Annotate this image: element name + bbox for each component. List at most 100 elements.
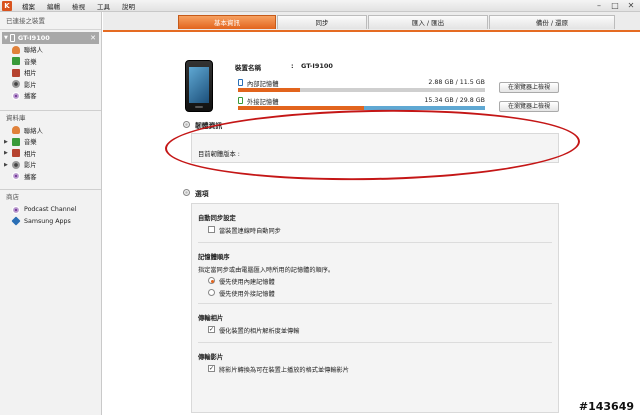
library-item-photos[interactable]: ▶ 相片 [4, 148, 101, 160]
item-label: 相片 [24, 150, 37, 158]
maximize-icon[interactable]: □ [610, 1, 620, 10]
disconnect-icon[interactable]: ✕ [90, 34, 96, 42]
library-header: 資料庫 [6, 113, 26, 122]
divider [198, 303, 552, 304]
tab-bar: 基本資訊 同步 匯入 / 匯出 備份 / 還原 [103, 12, 640, 30]
expand-arrow-icon[interactable]: ▶ [4, 162, 10, 168]
radio-internal-first[interactable] [208, 277, 215, 284]
library-item-videos[interactable]: ▶ 影片 [4, 159, 101, 171]
item-label: Podcast Channel [24, 206, 77, 214]
options-section-title: 選項 [195, 190, 209, 198]
transfer-photos-heading: 傳輸相片 [198, 315, 224, 322]
phone-screen [189, 67, 209, 103]
sidebar: 已連接之裝置 ▼ GT-I9100 ✕ 聯絡人 音樂 相片 影片 播客 資料庫 … [0, 12, 102, 415]
podcast-icon [12, 205, 20, 214]
firmware-section-toggle-icon[interactable] [183, 121, 190, 128]
contacts-icon [12, 126, 20, 135]
external-memory-fill [238, 106, 364, 110]
main-panel: 基本資訊 同步 匯入 / 匯出 備份 / 還原 裝置名稱 : GT-I9100 … [103, 12, 640, 415]
item-label: 播客 [24, 93, 37, 101]
expand-arrow-icon[interactable]: ▶ [4, 139, 10, 145]
menu-help[interactable]: 說明 [122, 1, 135, 11]
phone-icon [9, 34, 15, 42]
menu-tools[interactable]: 工具 [97, 1, 110, 11]
item-label: 音樂 [24, 58, 37, 66]
divider [198, 342, 552, 343]
transfer-photos-checkbox[interactable]: ✓ [208, 326, 215, 333]
podcast-icon [12, 172, 20, 181]
device-item-photos[interactable]: 相片 [12, 67, 101, 79]
internal-memory-fill [238, 88, 300, 92]
library-list: 聯絡人 ▶ 音樂 ▶ 相片 ▶ 影片 播客 [0, 125, 101, 183]
photo-icon [12, 68, 20, 77]
library-item-contacts[interactable]: 聯絡人 [12, 125, 101, 137]
music-icon [12, 137, 20, 146]
transfer-videos-label: 將影片轉換為可在裝置上播放的格式並傳輸影片 [219, 367, 349, 374]
radio-external-first[interactable] [208, 289, 215, 296]
music-icon [12, 57, 20, 66]
internal-memory-usage: 2.88 GB / 11.5 GB [428, 79, 485, 86]
store-list: Podcast Channel Samsung Apps [0, 204, 101, 227]
external-memory-icon [238, 97, 243, 104]
external-memory-label: 外接記憶體 [247, 99, 279, 106]
internal-memory-bar [238, 88, 485, 92]
basic-info-content: 裝置名稱 : GT-I9100 內部記憶體 2.88 GB / 11.5 GB … [103, 30, 640, 415]
store-header: 商店 [6, 193, 19, 201]
expand-arrow-icon[interactable]: ▶ [4, 150, 10, 156]
watermark: #143649 [578, 400, 634, 413]
external-memory-row: 外接記憶體 15.34 GB / 29.8 GB [235, 97, 485, 111]
phone-home-button [195, 106, 203, 108]
external-memory-usage: 15.34 GB / 29.8 GB [424, 97, 485, 104]
collapse-triangle-icon[interactable]: ▼ [4, 35, 8, 41]
device-item-music[interactable]: 音樂 [12, 56, 101, 68]
contacts-icon [12, 45, 20, 54]
options-section-toggle-icon[interactable] [183, 189, 190, 196]
transfer-photos-label: 優化裝置的相片解析度並傳輸 [219, 328, 300, 335]
internal-memory-icon [238, 79, 243, 86]
podcast-icon [12, 91, 20, 100]
radio-external-label: 優先使用外接記憶體 [219, 291, 275, 298]
internal-memory-label: 內部記憶體 [247, 81, 279, 88]
auto-sync-label: 當裝置連線時自動同步 [219, 228, 281, 235]
auto-sync-checkbox[interactable] [208, 226, 215, 233]
tab-backup-restore[interactable]: 備份 / 還原 [489, 15, 615, 29]
auto-sync-heading: 自動同步設定 [198, 215, 236, 222]
internal-browse-button[interactable]: 在瀏覽器上檢視 [499, 82, 559, 93]
menu-bar: K 檔案 編輯 檢視 工具 說明 – □ ✕ [0, 0, 640, 12]
device-row[interactable]: ▼ GT-I9100 ✕ [2, 32, 99, 44]
item-label: 影片 [24, 162, 37, 170]
app-logo-icon: K [2, 0, 12, 11]
close-window-icon[interactable]: ✕ [626, 1, 636, 10]
tab-basic-info[interactable]: 基本資訊 [178, 15, 276, 29]
menu-edit[interactable]: 編輯 [47, 1, 60, 11]
device-item-podcasts[interactable]: 播客 [12, 90, 101, 102]
photo-icon [12, 149, 20, 158]
memory-order-heading: 記憶體順序 [198, 254, 230, 261]
phone-image [185, 60, 213, 112]
device-item-contacts[interactable]: 聯絡人 [12, 44, 101, 56]
library-item-music[interactable]: ▶ 音樂 [4, 136, 101, 148]
device-name: GT-I9100 [17, 34, 50, 42]
library-item-podcasts[interactable]: 播客 [12, 171, 101, 183]
store-item-samsung-apps[interactable]: Samsung Apps [11, 216, 101, 228]
menu-file[interactable]: 檔案 [22, 1, 35, 11]
item-label: Samsung Apps [24, 217, 71, 225]
window-controls: – □ ✕ [594, 1, 636, 10]
item-label: 聯絡人 [24, 127, 43, 135]
connected-devices-header: 已連接之裝置 [0, 12, 101, 30]
tab-import-export[interactable]: 匯入 / 匯出 [368, 15, 488, 29]
minimize-icon[interactable]: – [594, 1, 604, 10]
transfer-videos-checkbox[interactable]: ✓ [208, 365, 215, 372]
item-label: 聯絡人 [24, 47, 43, 55]
store-item-podcast-channel[interactable]: Podcast Channel [12, 204, 101, 216]
menu-view[interactable]: 檢視 [72, 1, 85, 11]
memory-order-description: 指定當同步或由電腦匯入時所用的記憶體的順序。 [198, 267, 335, 274]
item-label: 音樂 [24, 139, 37, 147]
tab-sync[interactable]: 同步 [277, 15, 367, 29]
external-browse-button[interactable]: 在瀏覽器上檢視 [499, 101, 559, 112]
video-icon [12, 160, 20, 169]
device-item-videos[interactable]: 影片 [12, 79, 101, 91]
device-name-value: GT-I9100 [301, 62, 333, 70]
divider [198, 242, 552, 243]
samsung-apps-icon [11, 216, 21, 226]
